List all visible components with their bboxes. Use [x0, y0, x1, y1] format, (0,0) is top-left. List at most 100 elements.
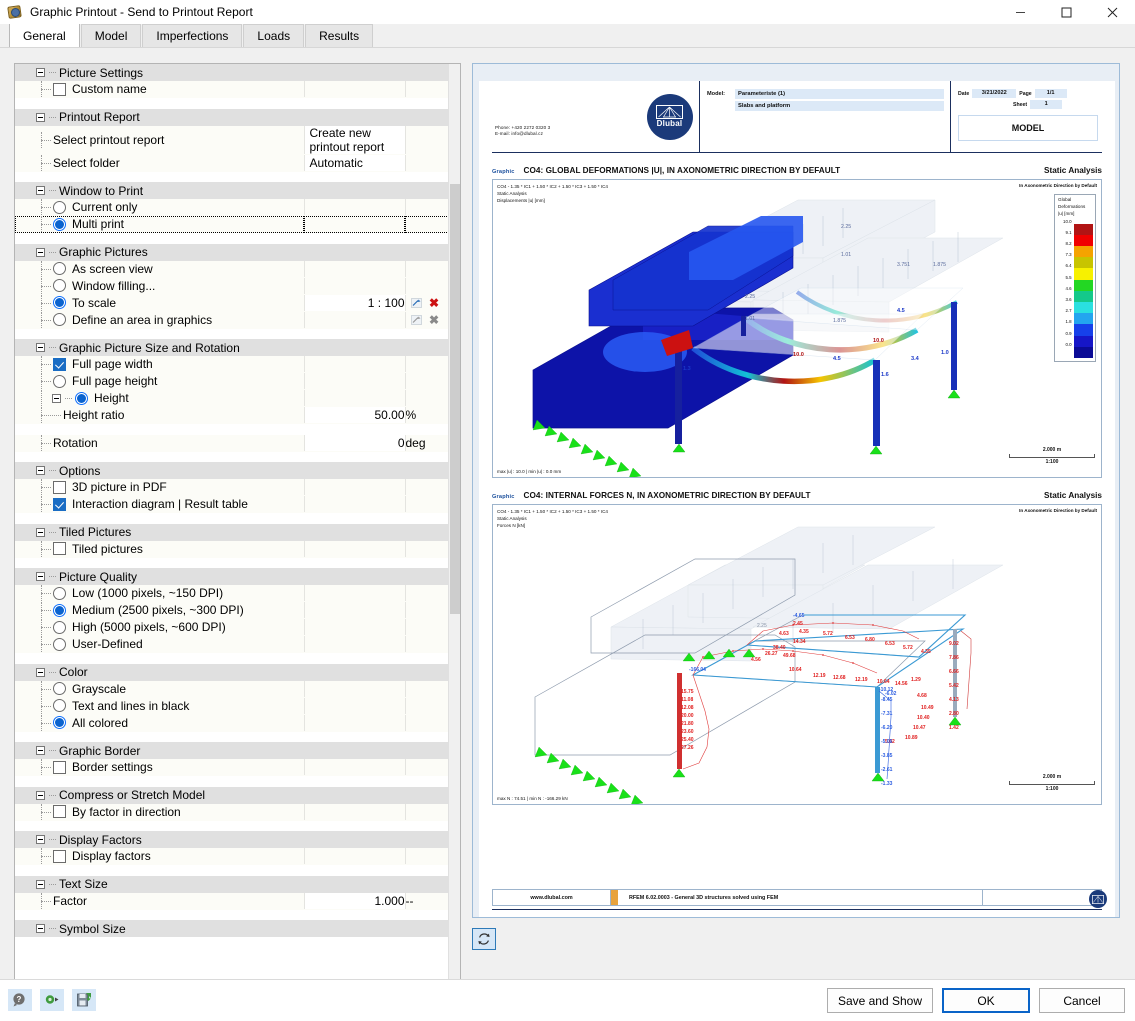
setting-row-height[interactable]: Height: [15, 389, 448, 407]
setting-label-cell[interactable]: Rotation: [15, 434, 304, 452]
setting-value[interactable]: 50.00: [303, 406, 405, 424]
setting-label-cell[interactable]: As screen view: [15, 260, 304, 278]
setting-value[interactable]: [303, 389, 405, 407]
help-button[interactable]: ?: [8, 989, 32, 1011]
setting-row-select-printout-report[interactable]: Select printout report Create new printou…: [15, 125, 448, 155]
settings-group-graphic-pictures[interactable]: Graphic Pictures: [15, 243, 448, 261]
settings-group-printout-report[interactable]: Printout Report: [15, 108, 448, 126]
setting-label-cell[interactable]: Define an area in graphics: [15, 311, 304, 329]
checkbox-border-settings[interactable]: [53, 760, 66, 774]
setting-label-cell[interactable]: All colored: [15, 714, 304, 732]
group-expander-icon[interactable]: [36, 247, 45, 257]
group-expander-icon[interactable]: [36, 343, 45, 352]
group-expander-icon[interactable]: [36, 879, 45, 889]
maximize-button[interactable]: [1043, 0, 1089, 24]
setting-label-cell[interactable]: Full page height: [15, 372, 304, 390]
setting-row-text-and-lines-in-black[interactable]: Text and lines in black: [15, 697, 448, 715]
setting-row-full-page-width[interactable]: Full page width: [15, 356, 448, 373]
preview-surface[interactable]: Phone: +420 2272 0320 3 E-mail: info@dlu…: [472, 63, 1120, 918]
setting-row-3d-picture-in-pdf[interactable]: 3D picture in PDF: [15, 479, 448, 496]
setting-row-multi-print[interactable]: Multi print: [15, 215, 448, 233]
setting-row-interaction-diagram-result-table[interactable]: Interaction diagram | Result table: [15, 495, 448, 513]
setting-value[interactable]: [303, 803, 405, 821]
setting-value[interactable]: [303, 635, 405, 653]
ok-button[interactable]: OK: [942, 988, 1030, 1013]
pick-scale-button[interactable]: [409, 296, 424, 310]
radio-all-colored[interactable]: [53, 716, 66, 729]
checkbox-display-factors[interactable]: [53, 849, 66, 863]
settings-group-graphic-picture-size-and-rotation[interactable]: Graphic Picture Size and Rotation: [15, 339, 448, 356]
settings-group-color[interactable]: Color: [15, 663, 448, 681]
setting-label-cell[interactable]: Border settings: [15, 759, 304, 776]
setting-label-cell[interactable]: Current only: [15, 199, 304, 216]
tab-general[interactable]: General: [9, 23, 80, 47]
setting-value[interactable]: 1.000: [303, 892, 405, 910]
settings-group-graphic-border[interactable]: Graphic Border: [15, 742, 448, 759]
clear-value-button[interactable]: ✖: [427, 296, 442, 310]
radio-to-scale[interactable]: [53, 296, 66, 309]
tab-loads[interactable]: Loads: [243, 24, 305, 47]
setting-row-by-factor-in-direction[interactable]: By factor in direction: [15, 803, 448, 821]
grid-scrollbar[interactable]: [448, 64, 460, 1013]
radio-low-1000-pixels-150-dpi[interactable]: [53, 586, 66, 600]
setting-label-cell[interactable]: To scale: [15, 294, 304, 312]
group-expander-icon[interactable]: [36, 746, 45, 755]
setting-row-display-factors[interactable]: Display factors: [15, 848, 448, 865]
setting-label-cell[interactable]: Select printout report: [15, 125, 304, 155]
group-expander-icon[interactable]: [36, 68, 45, 77]
row-action-buttons[interactable]: ✖: [404, 311, 448, 329]
minimize-button[interactable]: [997, 0, 1043, 24]
setting-value[interactable]: 1 : 100: [303, 294, 405, 312]
tab-results[interactable]: Results: [305, 24, 374, 47]
setting-label-cell[interactable]: Custom name: [15, 81, 304, 98]
setting-value[interactable]: [303, 495, 405, 513]
setting-row-rotation[interactable]: Rotation 0 deg: [15, 434, 448, 452]
pick-scale-button[interactable]: [409, 313, 424, 327]
setting-row-all-colored[interactable]: All colored: [15, 714, 448, 732]
checkbox-custom-name[interactable]: [53, 82, 66, 96]
settings-group-display-factors[interactable]: Display Factors: [15, 831, 448, 848]
setting-label-cell[interactable]: Tiled pictures: [15, 540, 304, 558]
setting-row-define-an-area-in-graphics[interactable]: Define an area in graphics ✖: [15, 311, 448, 329]
settings-export-button[interactable]: [40, 989, 64, 1011]
clear-value-button[interactable]: ✖: [427, 313, 442, 327]
save-settings-button[interactable]: [72, 989, 96, 1011]
setting-value[interactable]: [303, 356, 405, 373]
group-expander-icon[interactable]: [36, 924, 45, 933]
setting-label-cell[interactable]: High (5000 pixels, ~600 DPI): [15, 618, 304, 636]
setting-label-cell[interactable]: Display factors: [15, 848, 304, 865]
row-expander-icon[interactable]: [52, 393, 61, 403]
radio-full-page-height[interactable]: [53, 374, 66, 388]
group-expander-icon[interactable]: [36, 667, 45, 677]
radio-user-defined[interactable]: [53, 637, 66, 651]
row-action-buttons[interactable]: ✖: [404, 294, 448, 312]
setting-label-cell[interactable]: 3D picture in PDF: [15, 479, 304, 496]
setting-row-low-1000-pixels-150-dpi[interactable]: Low (1000 pixels, ~150 DPI): [15, 585, 448, 602]
checkbox-3d-picture-in-pdf[interactable]: [53, 480, 66, 494]
setting-label-cell[interactable]: By factor in direction: [15, 803, 304, 821]
setting-row-height-ratio[interactable]: Height ratio 50.00%: [15, 406, 448, 424]
setting-label-cell[interactable]: Low (1000 pixels, ~150 DPI): [15, 585, 304, 602]
group-expander-icon[interactable]: [36, 572, 45, 581]
settings-group-tiled-pictures[interactable]: Tiled Pictures: [15, 523, 448, 541]
setting-label-cell[interactable]: User-Defined: [15, 635, 304, 653]
setting-row-select-folder[interactable]: Select folder Automatic: [15, 154, 448, 172]
radio-as-screen-view[interactable]: [53, 262, 66, 275]
setting-value[interactable]: [303, 714, 405, 732]
radio-high-5000-pixels-600-dpi[interactable]: [53, 620, 66, 634]
setting-value[interactable]: [303, 540, 405, 558]
group-expander-icon[interactable]: [36, 186, 45, 195]
setting-value[interactable]: [303, 601, 405, 619]
radio-height[interactable]: [75, 391, 88, 405]
radio-medium-2500-pixels-300-dpi[interactable]: [53, 603, 66, 617]
setting-row-full-page-height[interactable]: Full page height: [15, 372, 448, 390]
setting-label-cell[interactable]: Text and lines in black: [15, 697, 304, 715]
radio-text-and-lines-in-black[interactable]: [53, 699, 66, 712]
setting-value[interactable]: [303, 680, 405, 698]
settings-group-compress-or-stretch-model[interactable]: Compress or Stretch Model: [15, 786, 448, 804]
setting-row-user-defined[interactable]: User-Defined: [15, 635, 448, 653]
setting-row-custom-name[interactable]: Custom name: [15, 81, 448, 98]
group-expander-icon[interactable]: [36, 527, 45, 537]
setting-label-cell[interactable]: Grayscale: [15, 680, 304, 698]
setting-row-window-filling[interactable]: Window filling...: [15, 277, 448, 295]
